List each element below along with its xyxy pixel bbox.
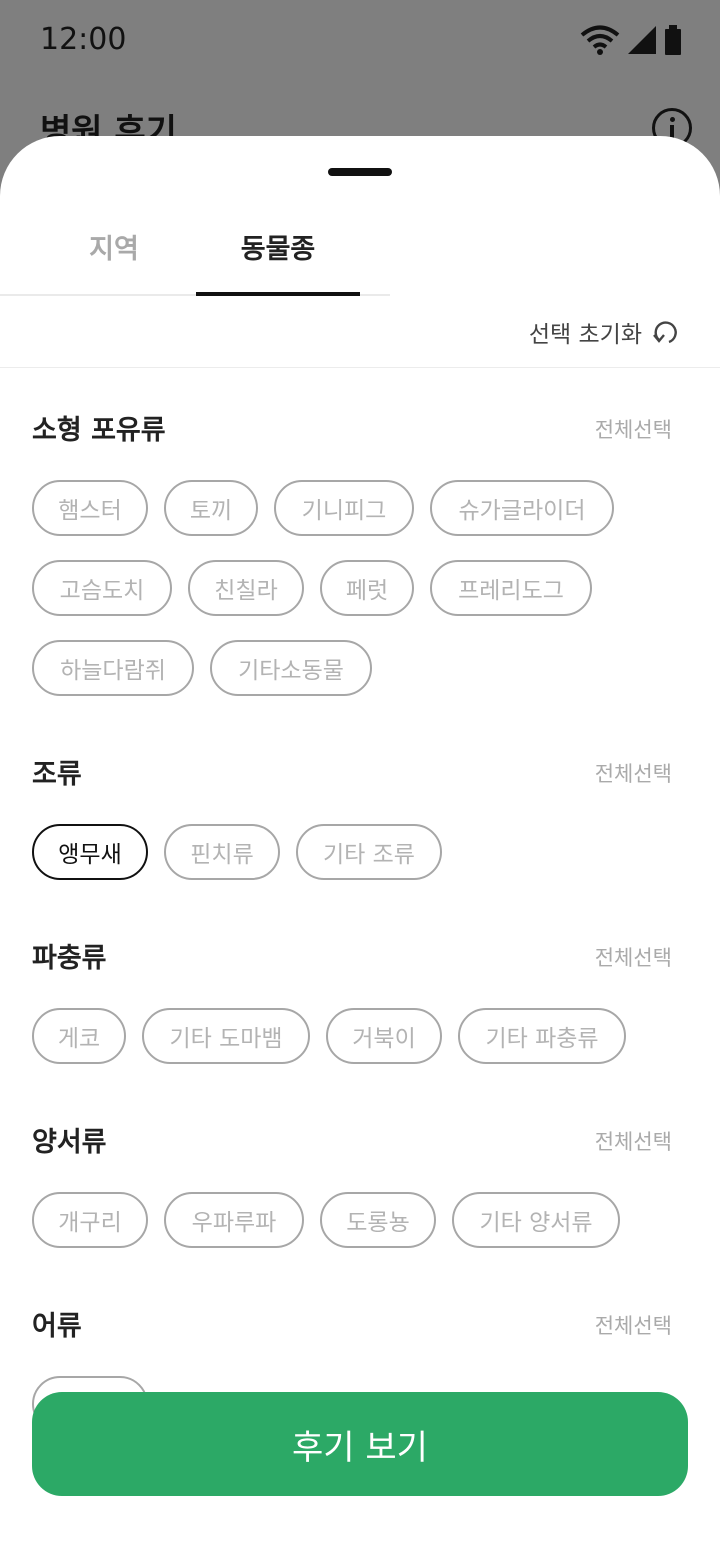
chip-rabbit[interactable]: 토끼 — [164, 480, 258, 536]
tab-region[interactable]: 지역 — [32, 200, 196, 296]
section-title-fish: 어류 — [32, 1311, 82, 1342]
select-all-birds[interactable]: 전체선택 — [595, 758, 672, 788]
chip-other-small-animals[interactable]: 기타소동물 — [210, 640, 372, 696]
chip-axolotl[interactable]: 우파루파 — [164, 1192, 304, 1248]
filter-tabs: 지역 동물종 — [0, 200, 390, 296]
battery-icon — [665, 25, 681, 55]
chip-turtle[interactable]: 거북이 — [326, 1008, 442, 1064]
refresh-icon — [653, 321, 677, 344]
cellular-signal-icon — [628, 26, 656, 54]
chip-gecko[interactable]: 게코 — [32, 1008, 126, 1064]
chip-other-lizards[interactable]: 기타 도마뱀 — [142, 1008, 310, 1064]
active-tab-indicator — [196, 292, 360, 296]
select-all-reptiles[interactable]: 전체선택 — [595, 942, 672, 972]
filter-bottom-sheet: 지역 동물종 선택 초기화 소형 포유류 전체선택 햄스터 토끼 기니피그 슈가… — [0, 136, 720, 1560]
section-title-small-mammals: 소형 포유류 — [32, 415, 166, 446]
divider — [0, 367, 720, 368]
chip-ferret[interactable]: 페럿 — [320, 560, 414, 616]
chip-parrot[interactable]: 앵무새 — [32, 824, 148, 880]
status-icons — [580, 22, 682, 58]
chip-hedgehog[interactable]: 고슴도치 — [32, 560, 172, 616]
chip-salamander[interactable]: 도롱뇽 — [320, 1192, 436, 1248]
section-title-birds: 조류 — [32, 759, 82, 790]
reset-label: 선택 초기화 — [528, 322, 642, 348]
view-reviews-button[interactable]: 후기 보기 — [32, 1392, 688, 1496]
chip-hamster[interactable]: 햄스터 — [32, 480, 148, 536]
chip-prairie-dog[interactable]: 프레리도그 — [430, 560, 592, 616]
wifi-icon — [580, 25, 620, 55]
chip-other-reptiles[interactable]: 기타 파충류 — [458, 1008, 626, 1064]
select-all-small-mammals[interactable]: 전체선택 — [595, 414, 672, 444]
status-bar: 12:00 — [0, 0, 720, 80]
chip-flying-squirrel[interactable]: 하늘다람쥐 — [32, 640, 194, 696]
chip-frog[interactable]: 개구리 — [32, 1192, 148, 1248]
chip-finch[interactable]: 핀치류 — [164, 824, 280, 880]
status-time: 12:00 — [40, 22, 127, 57]
tab-animal-species[interactable]: 동물종 — [196, 200, 360, 296]
chip-chinchilla[interactable]: 친칠라 — [188, 560, 304, 616]
chip-other-birds[interactable]: 기타 조류 — [296, 824, 442, 880]
chip-sugar-glider[interactable]: 슈가글라이더 — [430, 480, 614, 536]
section-title-amphibians: 양서류 — [32, 1127, 107, 1158]
section-title-reptiles: 파충류 — [32, 943, 107, 974]
reset-selection-button[interactable]: 선택 초기화 — [529, 316, 680, 348]
select-all-amphibians[interactable]: 전체선택 — [595, 1126, 672, 1156]
chip-other-amphibians[interactable]: 기타 양서류 — [452, 1192, 620, 1248]
select-all-fish[interactable]: 전체선택 — [595, 1310, 672, 1340]
chip-guinea-pig[interactable]: 기니피그 — [274, 480, 414, 536]
drag-handle[interactable] — [328, 168, 392, 176]
